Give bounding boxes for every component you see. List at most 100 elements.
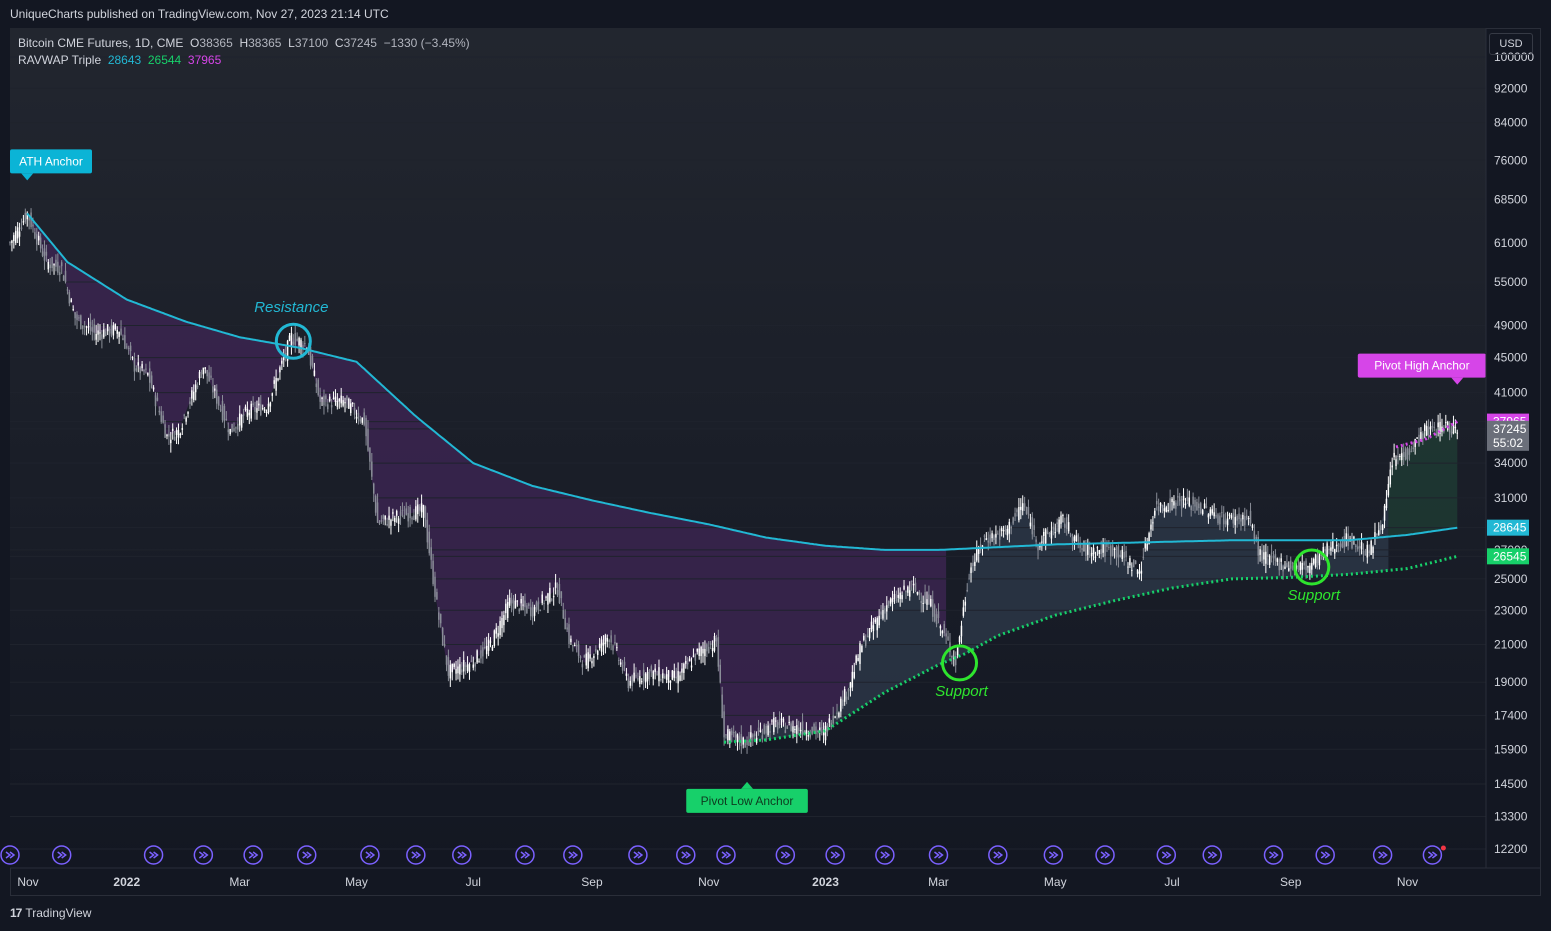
candle-body	[1378, 530, 1380, 535]
candle-body	[849, 682, 852, 689]
candle-body	[212, 386, 214, 393]
candle-body	[1085, 543, 1087, 556]
candle-body	[635, 675, 637, 677]
candle-body	[857, 657, 859, 661]
candle-body	[1081, 548, 1083, 550]
candle-body	[1366, 544, 1369, 558]
candle-body	[533, 607, 536, 616]
indicator-label[interactable]: RAVWAP Triple	[18, 53, 101, 67]
candle-body	[518, 609, 520, 612]
candle-body	[614, 641, 616, 644]
candle-body	[290, 332, 293, 346]
candle-body	[926, 599, 928, 605]
candle-body	[1094, 556, 1097, 558]
candle-body	[1010, 526, 1012, 529]
candle-body	[1213, 512, 1215, 517]
candle-body	[1452, 424, 1455, 434]
candle-body	[14, 230, 17, 243]
candle-body	[730, 730, 733, 736]
candle-body	[868, 628, 871, 639]
candle-body	[1232, 513, 1235, 524]
candle-body	[526, 605, 528, 613]
candle-body	[861, 645, 863, 653]
candle-body	[1029, 522, 1032, 527]
candle-body	[386, 524, 388, 526]
candle-body	[267, 403, 270, 413]
candle-body	[583, 655, 586, 658]
candle-body	[1190, 505, 1192, 511]
symbol-label[interactable]: Bitcoin CME Futures, 1D, CME	[18, 36, 183, 50]
candle-body	[49, 264, 51, 269]
candle-body	[631, 675, 633, 686]
candle-body	[229, 428, 231, 435]
candle-body	[564, 617, 566, 630]
candle-body	[34, 232, 36, 239]
candle-body	[690, 665, 693, 668]
candle-body	[1021, 503, 1024, 511]
candle-body	[1152, 522, 1154, 524]
candle-body	[1031, 517, 1034, 535]
candle-body	[629, 680, 632, 686]
candle-body	[696, 648, 699, 652]
candle-body	[907, 586, 909, 593]
candle-body	[708, 646, 710, 654]
candle-body	[1211, 509, 1213, 514]
candle-body	[292, 341, 295, 345]
candle-body	[317, 379, 319, 395]
candle-body	[591, 661, 593, 664]
candle-body	[1238, 513, 1240, 520]
candle-body	[409, 506, 411, 519]
candle-body	[185, 417, 187, 422]
anchor-label-text: Pivot High Anchor	[1374, 359, 1469, 373]
candle-body	[78, 317, 80, 319]
candle-body	[796, 725, 798, 734]
candle-body	[700, 646, 702, 657]
candle-body	[864, 639, 867, 646]
candle-body	[991, 533, 993, 539]
candle-body	[1054, 532, 1057, 534]
price-tick-label: 21000	[1494, 638, 1528, 652]
candle-body	[149, 368, 151, 383]
candle-body	[1096, 547, 1099, 549]
candle-body	[809, 734, 811, 738]
candle-body	[319, 395, 321, 402]
candle-body	[960, 625, 963, 637]
candle-body	[608, 640, 610, 642]
candle-body	[81, 325, 84, 329]
candle-body	[970, 567, 972, 574]
candle-body	[457, 666, 459, 674]
candle-body	[805, 730, 808, 734]
candle-body	[118, 331, 120, 337]
candle-body	[1356, 546, 1359, 550]
candle-body	[535, 602, 538, 610]
candle-body	[1157, 506, 1160, 512]
candle-body	[426, 519, 429, 543]
candle-body	[928, 594, 930, 605]
candle-body	[568, 624, 570, 644]
candle-body	[194, 384, 197, 393]
price-chart[interactable]: Resistance Support Support ATH Anchor Pivot …	[0, 0, 1551, 931]
candle-body	[1381, 524, 1384, 531]
candle-body	[529, 607, 532, 617]
close-value: 37245	[343, 36, 377, 50]
candle-body	[694, 653, 697, 661]
candle-body	[127, 347, 130, 349]
candle-body	[510, 600, 513, 604]
candle-body	[342, 400, 344, 406]
footer-brand[interactable]: 17 TradingView	[10, 906, 91, 920]
currency-button[interactable]: USD	[1489, 33, 1533, 55]
candle-body	[874, 619, 877, 623]
candle-body	[882, 610, 884, 619]
candle-body	[736, 734, 739, 743]
candle-body	[876, 618, 878, 631]
candle-body	[757, 727, 760, 732]
candle-body	[334, 396, 337, 402]
candle-body	[531, 604, 534, 618]
candle-body	[989, 534, 991, 544]
candle-body	[392, 512, 394, 514]
candle-body	[367, 428, 369, 451]
candle-body	[1048, 533, 1051, 535]
candle-body	[1207, 514, 1210, 518]
candle-body	[1274, 554, 1277, 562]
candle-body	[512, 598, 515, 610]
